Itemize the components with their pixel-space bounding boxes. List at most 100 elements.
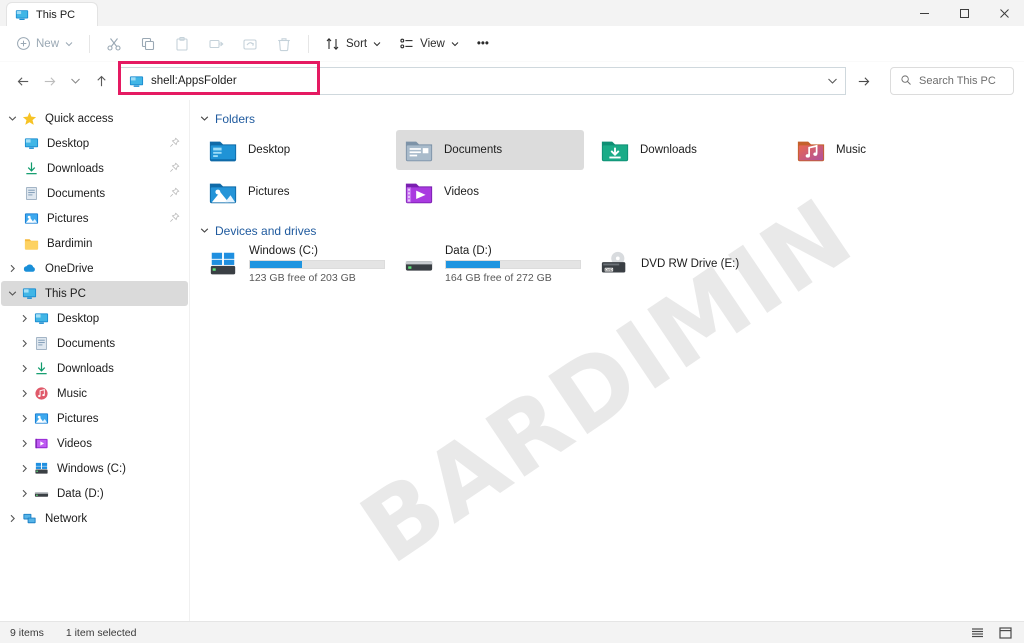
folder-tile-desktop[interactable]: Desktop: [200, 130, 388, 170]
toolbar-separator: [89, 34, 91, 53]
pin-icon[interactable]: [169, 137, 180, 151]
sidebar-item-this-pc[interactable]: This PC: [1, 281, 188, 306]
sidebar-item-downloads[interactable]: Downloads: [1, 156, 188, 181]
paste-button[interactable]: [166, 30, 198, 58]
sort-icon: [325, 36, 341, 52]
sidebar-item-bardimin[interactable]: Bardimin: [1, 231, 188, 256]
new-button-label: New: [36, 37, 60, 50]
address-dropdown-button[interactable]: [820, 67, 846, 95]
minimize-button[interactable]: [904, 0, 944, 26]
sidebar-item-downloads[interactable]: Downloads: [1, 356, 188, 381]
sidebar-item-music[interactable]: Music: [1, 381, 188, 406]
address-bar[interactable]: shell:AppsFolder: [120, 67, 820, 95]
drive-tile-data-d[interactable]: Data (D:) 164 GB free of 272 GB: [396, 242, 584, 286]
drive-tile-dvd-rw-drive-e[interactable]: DVD DVD RW Drive (E:): [592, 242, 780, 286]
chevron-right-icon[interactable]: [15, 489, 33, 498]
cut-button[interactable]: [98, 30, 130, 58]
rename-icon: [208, 36, 224, 52]
sidebar-item-videos[interactable]: Videos: [1, 431, 188, 456]
chevron-right-icon[interactable]: [15, 464, 33, 473]
sidebar-item-label: Documents: [57, 337, 116, 350]
list-view-icon[interactable]: [968, 625, 986, 641]
sidebar-item-windows-c[interactable]: Windows (C:): [1, 456, 188, 481]
chevron-right-icon[interactable]: [3, 514, 21, 523]
address-go-button[interactable]: [850, 67, 876, 95]
view-toggle-group: [968, 625, 1014, 641]
share-button[interactable]: [234, 30, 266, 58]
sidebar-item-documents[interactable]: Documents: [1, 181, 188, 206]
folder-tile-label: Downloads: [640, 144, 697, 156]
more-options-button[interactable]: •••: [469, 30, 497, 58]
new-button[interactable]: New: [8, 30, 81, 58]
delete-button[interactable]: [268, 30, 300, 58]
chevron-right-icon[interactable]: [3, 264, 21, 273]
sort-button[interactable]: Sort: [317, 30, 389, 58]
drive-windows-icon: [208, 249, 240, 279]
folder-tile-music[interactable]: Music: [788, 130, 976, 170]
address-bar-wrapper: shell:AppsFolder: [118, 61, 876, 95]
chevron-down-icon[interactable]: [3, 290, 21, 297]
sidebar-item-pictures[interactable]: Pictures: [1, 206, 188, 231]
drive-capacity-bar: [249, 259, 385, 269]
view-button-label: View: [420, 37, 445, 50]
folder-tile-pictures[interactable]: Pictures: [200, 172, 388, 212]
trash-icon: [276, 36, 292, 52]
chevron-right-icon[interactable]: [15, 414, 33, 423]
chevron-right-icon[interactable]: [15, 389, 33, 398]
sidebar-item-label: Desktop: [57, 312, 100, 325]
sidebar-item-onedrive[interactable]: OneDrive: [1, 256, 188, 281]
sidebar-item-label: Quick access: [45, 112, 114, 125]
back-button[interactable]: [10, 68, 36, 94]
sidebar-item-desktop[interactable]: Desktop: [1, 131, 188, 156]
recent-locations-button[interactable]: [62, 68, 88, 94]
drive-label: Data (D:): [445, 244, 492, 257]
pin-icon[interactable]: [169, 162, 180, 176]
chevron-down-icon: [65, 41, 73, 47]
sidebar-item-pictures[interactable]: Pictures: [1, 406, 188, 431]
desktop-icon: [33, 311, 49, 327]
folder-tile-videos[interactable]: Videos: [396, 172, 584, 212]
close-button[interactable]: [984, 0, 1024, 26]
music-icon: [33, 386, 49, 402]
forward-button[interactable]: [36, 68, 62, 94]
sidebar-item-desktop[interactable]: Desktop: [1, 306, 188, 331]
sidebar-item-quick-access[interactable]: Quick access: [1, 106, 188, 131]
onedrive-icon: [21, 261, 37, 277]
chevron-down-icon[interactable]: [3, 115, 21, 122]
up-button[interactable]: [88, 68, 114, 94]
rename-button[interactable]: [200, 30, 232, 58]
pin-icon[interactable]: [169, 212, 180, 226]
chevron-right-icon[interactable]: [15, 364, 33, 373]
copy-icon: [140, 36, 156, 52]
chevron-down-icon: [451, 41, 459, 47]
copy-button[interactable]: [132, 30, 164, 58]
folder-tile-documents[interactable]: Documents: [396, 130, 584, 170]
sidebar-item-data-d[interactable]: Data (D:): [1, 481, 188, 506]
group-header-folders[interactable]: Folders: [190, 108, 1024, 130]
search-input[interactable]: Search This PC: [890, 67, 1014, 95]
chevron-right-icon[interactable]: [15, 339, 33, 348]
folder-tile-downloads[interactable]: Downloads: [592, 130, 780, 170]
documents-icon: [23, 186, 39, 202]
sidebar-item-documents[interactable]: Documents: [1, 331, 188, 356]
pin-icon[interactable]: [169, 187, 180, 201]
view-button[interactable]: View: [391, 30, 467, 58]
chevron-down-icon: [373, 41, 381, 47]
videos-icon: [33, 436, 49, 452]
explorer-body: Quick access Desktop Downloads Documents Pic…: [0, 100, 1024, 621]
chevron-right-icon[interactable]: [15, 314, 33, 323]
svg-text:DVD: DVD: [605, 268, 613, 272]
file-list-pane[interactable]: BARDIMIN Folders Desktop Documents Downloa…: [190, 100, 1024, 621]
maximize-button[interactable]: [944, 0, 984, 26]
window-controls: [904, 0, 1024, 26]
this-pc-icon: [129, 74, 144, 89]
tab-this-pc[interactable]: This PC: [6, 2, 98, 26]
tiles-view-icon[interactable]: [996, 625, 1014, 641]
drive-tile-windows-c[interactable]: Windows (C:) 123 GB free of 203 GB: [200, 242, 388, 286]
navigation-pane[interactable]: Quick access Desktop Downloads Documents Pic…: [0, 100, 190, 621]
chevron-right-icon[interactable]: [15, 439, 33, 448]
sidebar-item-network[interactable]: Network: [1, 506, 188, 531]
drive-info: Windows (C:) 123 GB free of 203 GB: [249, 245, 385, 284]
group-header-drives[interactable]: Devices and drives: [190, 220, 1024, 242]
chevron-down-icon: [200, 114, 209, 124]
